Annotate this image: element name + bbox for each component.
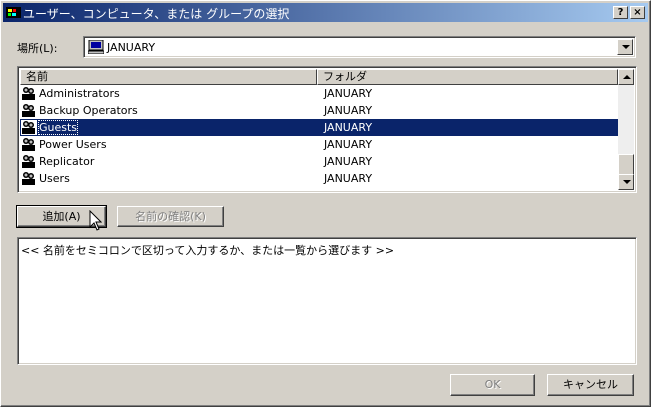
location-combobox[interactable]: JANUARY xyxy=(83,36,636,58)
user-group-icon xyxy=(21,154,37,169)
account-name: Power Users xyxy=(39,138,107,151)
ok-button-label: OK xyxy=(484,378,501,391)
mouse-pointer-icon xyxy=(89,210,102,231)
window-title: ユーザー、コンピュータ、または グループの選択 xyxy=(23,7,290,21)
list-item[interactable]: Replicator JANUARY xyxy=(20,153,618,170)
location-dropdown-button[interactable] xyxy=(617,39,633,55)
chevron-down-icon xyxy=(622,45,630,49)
help-button[interactable]: ? xyxy=(613,6,628,19)
user-group-icon xyxy=(21,86,37,101)
account-name: Backup Operators xyxy=(39,104,138,117)
arrow-down-icon xyxy=(623,180,631,184)
user-group-icon xyxy=(21,103,37,118)
account-folder: JANUARY xyxy=(324,104,373,117)
list-item[interactable]: Power Users JANUARY xyxy=(20,136,618,153)
account-name: Guests xyxy=(37,120,79,135)
user-group-icon xyxy=(21,137,37,152)
list-item[interactable]: Administrators JANUARY xyxy=(20,85,618,102)
account-folder: JANUARY xyxy=(324,121,373,134)
list-item[interactable]: Users JANUARY xyxy=(20,170,618,187)
location-label: 場所(L): xyxy=(17,42,58,55)
user-group-icon xyxy=(21,171,37,186)
column-header-folder-label: フォルダ xyxy=(323,70,367,83)
account-folder: JANUARY xyxy=(324,155,373,168)
close-icon: × xyxy=(633,7,642,18)
close-button[interactable]: × xyxy=(630,6,645,19)
arrow-up-icon xyxy=(623,75,631,79)
selected-names-textarea[interactable]: << 名前をセミコロンで区切って入力するか、または一覧から選びます >> xyxy=(17,237,637,365)
help-icon: ? xyxy=(617,7,624,18)
account-folder: JANUARY xyxy=(324,87,373,100)
account-name: Replicator xyxy=(39,155,95,168)
ok-button[interactable]: OK xyxy=(450,374,535,396)
account-folder: JANUARY xyxy=(324,138,373,151)
list-vertical-scrollbar[interactable] xyxy=(618,69,634,190)
account-name: Administrators xyxy=(39,87,120,100)
check-names-button[interactable]: 名前の確認(K) xyxy=(117,206,224,227)
column-header-folder[interactable]: フォルダ xyxy=(317,69,618,85)
computer-icon xyxy=(88,40,104,54)
select-users-dialog: ユーザー、コンピュータ、または グループの選択 ? × 場所(L): JANUA… xyxy=(0,0,651,407)
window-app-icon xyxy=(6,7,21,18)
account-name: Users xyxy=(39,172,70,185)
scroll-down-button[interactable] xyxy=(618,174,634,190)
check-names-button-label: 名前の確認(K) xyxy=(135,210,206,223)
add-button-label: 追加(A) xyxy=(42,210,81,223)
names-hint-text: << 名前をセミコロンで区切って入力するか、または一覧から選びます >> xyxy=(21,244,395,257)
list-item[interactable]: Backup Operators JANUARY xyxy=(20,102,618,119)
title-bar[interactable]: ユーザー、コンピュータ、または グループの選択 ? × xyxy=(3,3,648,22)
scroll-thumb[interactable] xyxy=(618,154,634,175)
user-group-icon xyxy=(21,120,37,135)
cancel-button[interactable]: キャンセル xyxy=(547,374,634,396)
cancel-button-label: キャンセル xyxy=(563,378,618,391)
account-folder: JANUARY xyxy=(324,172,373,185)
column-header-name[interactable]: 名前 xyxy=(20,69,317,85)
column-header-name-label: 名前 xyxy=(26,70,48,83)
scroll-up-button[interactable] xyxy=(618,69,634,85)
account-list[interactable]: 名前 フォルダ Administrators JANUARY Backup Op… xyxy=(17,66,637,193)
list-item-selected[interactable]: Guests JANUARY xyxy=(20,119,618,136)
location-value: JANUARY xyxy=(107,41,156,54)
